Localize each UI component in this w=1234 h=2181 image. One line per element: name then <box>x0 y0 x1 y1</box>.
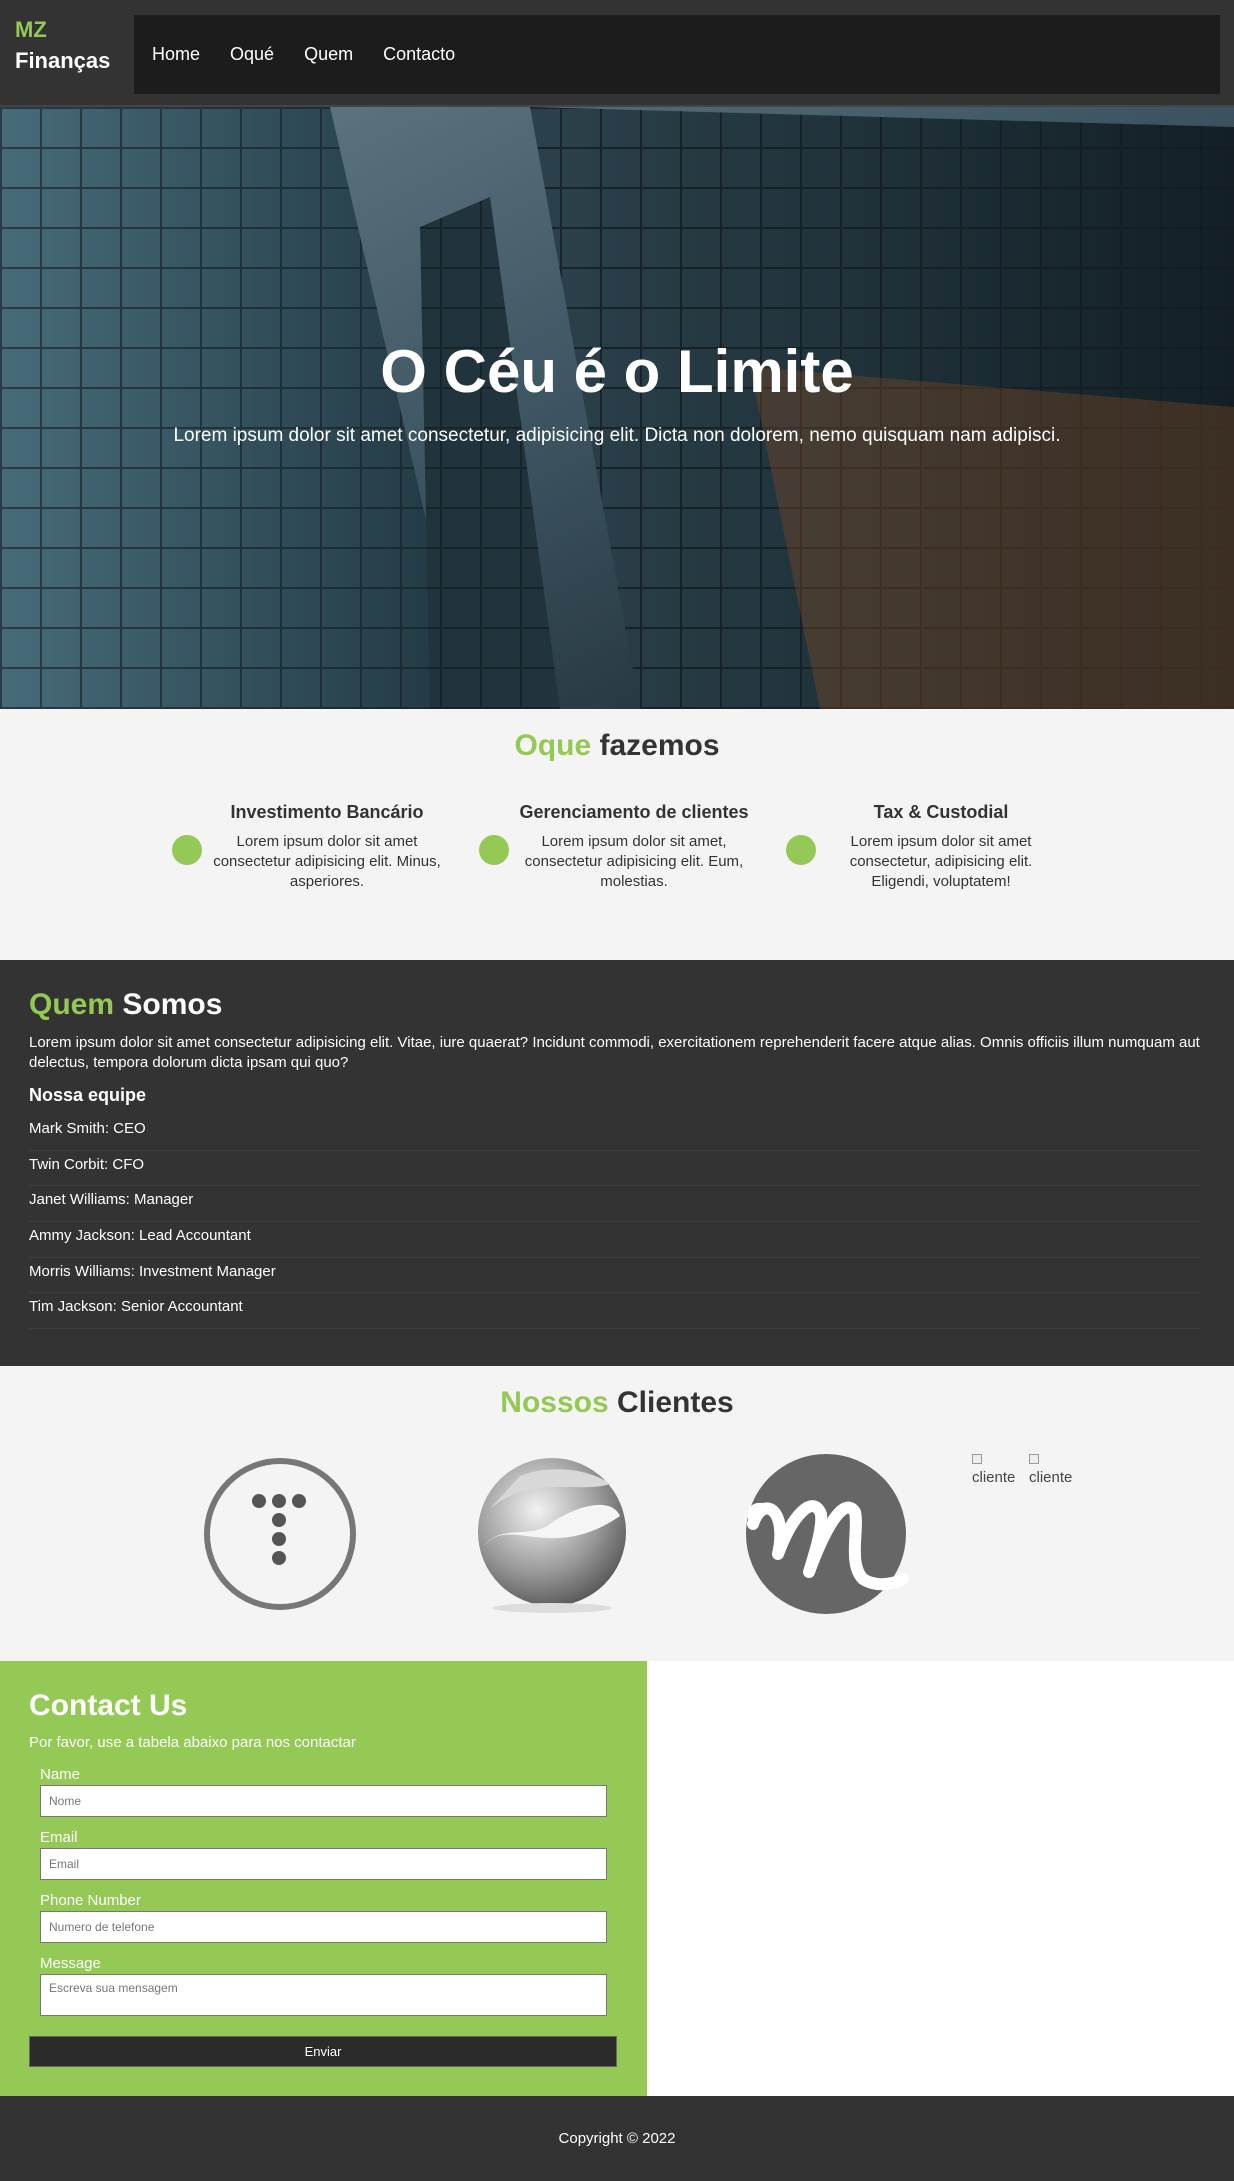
client-broken-image: cliente <box>972 1452 1015 1486</box>
main-nav: Home Oqué Quem Contacto <box>134 15 1220 94</box>
service-bullet-icon <box>786 835 816 865</box>
brand-line-2: Finanças <box>15 48 111 73</box>
broken-image-icon <box>1029 1454 1039 1464</box>
service-title: Tax & Custodial <box>873 802 1009 822</box>
nav-quem[interactable]: Quem <box>304 44 353 64</box>
contact-section: Contact Us Por favor, use a tabela abaix… <box>0 1661 647 2096</box>
team-member: Mark Smith: CEO <box>29 1115 1201 1151</box>
about-title-accent: Quem <box>29 988 115 1021</box>
service-title: Investimento Bancário <box>230 802 424 822</box>
nav-home[interactable]: Home <box>152 44 200 64</box>
clients-section: Nossos Clientes cliente cliente <box>0 1366 1234 1661</box>
about-title: Quem Somos <box>29 988 222 1022</box>
brand-logo[interactable]: MZ Finanças <box>15 14 110 76</box>
services-title: Oque fazemos <box>0 729 1234 763</box>
name-label: Name <box>40 1766 81 1783</box>
brand-line-1: MZ <box>15 17 47 42</box>
site-footer: Copyright © 2022 <box>0 2096 1234 2181</box>
copyright-text: Copyright © 2022 <box>558 2130 676 2147</box>
client-logo-dots-icon <box>204 1458 356 1610</box>
email-label: Email <box>40 1829 78 1846</box>
client-logo-swirl-icon <box>478 1458 626 1613</box>
services-section: Oque fazemos Investimento Bancário Lorem… <box>0 709 1234 960</box>
hero-title: O Céu é o Limite <box>380 338 854 405</box>
hero-background-image <box>0 107 1234 709</box>
services-title-rest: fazemos <box>591 729 720 762</box>
service-text: Lorem ipsum dolor sit amet consectetur a… <box>213 833 441 890</box>
client-broken-image: cliente <box>1029 1452 1072 1486</box>
about-title-rest: Somos <box>114 988 223 1021</box>
client-logo-m-icon <box>746 1454 909 1614</box>
clients-title-accent: Nossos <box>500 1386 609 1419</box>
contact-subtitle: Por favor, use a tabela abaixo para nos … <box>29 1734 356 1751</box>
about-text: Lorem ipsum dolor sit amet consectetur a… <box>29 1034 1200 1071</box>
hero-section: O Céu é o Limite Lorem ipsum dolor sit a… <box>0 107 1234 709</box>
service-text: Lorem ipsum dolor sit amet, consectetur … <box>524 833 744 890</box>
team-member: Tim Jackson: Senior Accountant <box>29 1293 1201 1330</box>
client-alt-text: cliente <box>1029 1469 1073 1486</box>
nav-oque[interactable]: Oqué <box>230 44 274 64</box>
clients-title-rest: Clientes <box>608 1386 734 1419</box>
phone-field[interactable] <box>40 1911 607 1943</box>
service-title: Gerenciamento de clientes <box>519 802 749 822</box>
team-member: Ammy Jackson: Lead Accountant <box>29 1222 1201 1258</box>
site-header: MZ Finanças Home Oqué Quem Contacto <box>0 0 1234 107</box>
broken-image-icon <box>972 1454 982 1464</box>
message-field[interactable] <box>40 1974 607 2016</box>
contact-title: Contact Us <box>29 1689 188 1722</box>
team-list: Mark Smith: CEO Twin Corbit: CFO Janet W… <box>29 1115 1201 1330</box>
submit-button[interactable]: Enviar <box>29 2036 617 2067</box>
team-member: Twin Corbit: CFO <box>29 1151 1201 1187</box>
about-section: Quem Somos Lorem ipsum dolor sit amet co… <box>0 960 1234 1366</box>
team-member: Morris Williams: Investment Manager <box>29 1258 1201 1294</box>
phone-label: Phone Number <box>40 1892 141 1909</box>
team-member: Janet Williams: Manager <box>29 1186 1201 1223</box>
email-field[interactable] <box>40 1848 607 1880</box>
service-bullet-icon <box>479 835 509 865</box>
message-label: Message <box>40 1955 101 1972</box>
clients-title: Nossos Clientes <box>0 1386 1234 1420</box>
client-alt-text: cliente <box>972 1469 1016 1486</box>
services-title-accent: Oque <box>514 729 592 762</box>
service-bullet-icon <box>172 835 202 865</box>
hero-text: Lorem ipsum dolor sit amet consectetur, … <box>173 425 1061 446</box>
service-text: Lorem ipsum dolor sit amet consectetur, … <box>849 833 1033 890</box>
name-field[interactable] <box>40 1785 607 1817</box>
team-title: Nossa equipe <box>29 1085 147 1105</box>
nav-contacto[interactable]: Contacto <box>383 44 455 64</box>
